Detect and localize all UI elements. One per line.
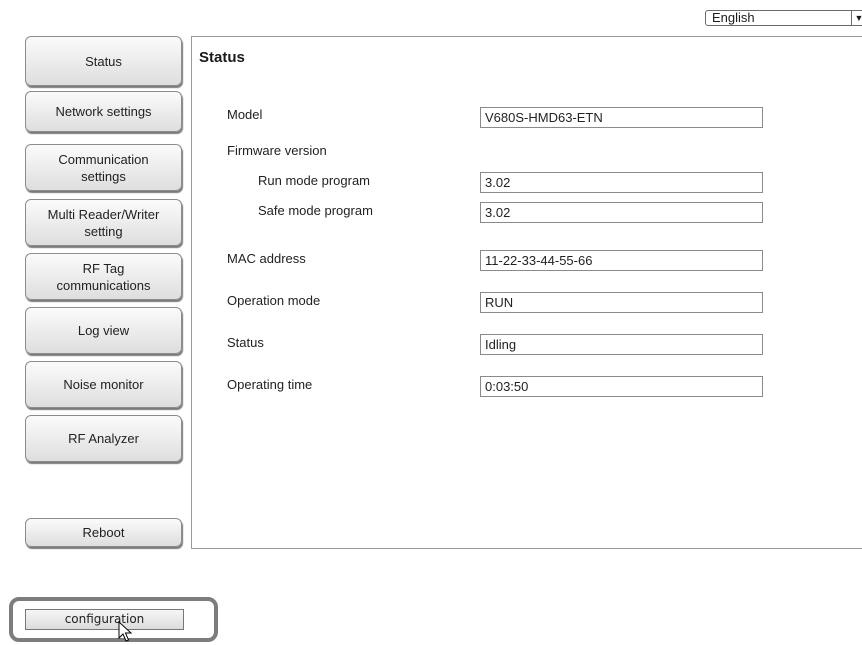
- operating-time-field[interactable]: 0:03:50: [480, 376, 763, 397]
- nav-log-view-label: Log view: [77, 323, 130, 338]
- nav-multi-reader-writer-label-2: setting: [84, 223, 123, 239]
- nav-log-view-button[interactable]: Log view: [25, 307, 182, 354]
- operation-mode-field[interactable]: RUN: [480, 292, 763, 313]
- model-field[interactable]: V680S-HMD63-ETN: [480, 107, 763, 128]
- nav-noise-monitor-label: Noise monitor: [63, 377, 144, 392]
- reboot-label: Reboot: [82, 525, 125, 540]
- nav-communication-settings-button[interactable]: Communication settings: [25, 144, 182, 191]
- mac-address-field[interactable]: 11-22-33-44-55-66: [480, 250, 763, 271]
- safe-mode-program-label: Safe mode program: [258, 203, 373, 218]
- configuration-button[interactable]: configuration: [25, 609, 184, 630]
- mac-address-label: MAC address: [227, 251, 306, 266]
- operation-mode-label: Operation mode: [227, 293, 321, 308]
- mouse-cursor-icon: [118, 621, 132, 642]
- nav-status-label: Status: [85, 53, 122, 69]
- page-title: Status: [199, 49, 245, 66]
- nav-rf-analyzer-button[interactable]: RF Analyzer: [25, 415, 182, 462]
- status-label: Status: [227, 335, 264, 350]
- safe-mode-program-field[interactable]: 3.02: [480, 202, 763, 223]
- nav-network-settings-label: Network settings: [55, 104, 152, 119]
- nav-rf-tag-communications-label-1: RF Tag: [82, 260, 125, 276]
- nav-communication-settings-label-2: settings: [81, 168, 126, 184]
- nav-rf-analyzer-label: RF Analyzer: [68, 431, 139, 446]
- language-select[interactable]: English ▼: [705, 10, 862, 26]
- run-mode-program-field[interactable]: 3.02: [480, 172, 763, 193]
- nav-multi-reader-writer-button[interactable]: Multi Reader/Writer setting: [25, 199, 182, 246]
- nav-communication-settings-label-1: Communication: [58, 151, 149, 167]
- operating-time-label: Operating time: [227, 377, 313, 392]
- status-field[interactable]: Idling: [480, 334, 763, 355]
- language-select-value: English: [712, 10, 755, 25]
- nav-rf-tag-communications-label-2: communications: [56, 277, 151, 293]
- reboot-button[interactable]: Reboot: [25, 518, 182, 547]
- chevron-down-icon[interactable]: ▼: [851, 10, 862, 26]
- nav-noise-monitor-button[interactable]: Noise monitor: [25, 361, 182, 408]
- firmware-version-label: Firmware version: [227, 143, 327, 158]
- model-label: Model: [227, 107, 263, 122]
- configuration-label: configuration: [64, 612, 145, 626]
- nav-network-settings-button[interactable]: Network settings: [25, 91, 182, 132]
- nav-rf-tag-communications-button[interactable]: RF Tag communications: [25, 253, 182, 300]
- run-mode-program-label: Run mode program: [258, 173, 370, 188]
- nav-multi-reader-writer-label-1: Multi Reader/Writer: [47, 206, 160, 222]
- nav-status-button[interactable]: Status: [25, 36, 182, 86]
